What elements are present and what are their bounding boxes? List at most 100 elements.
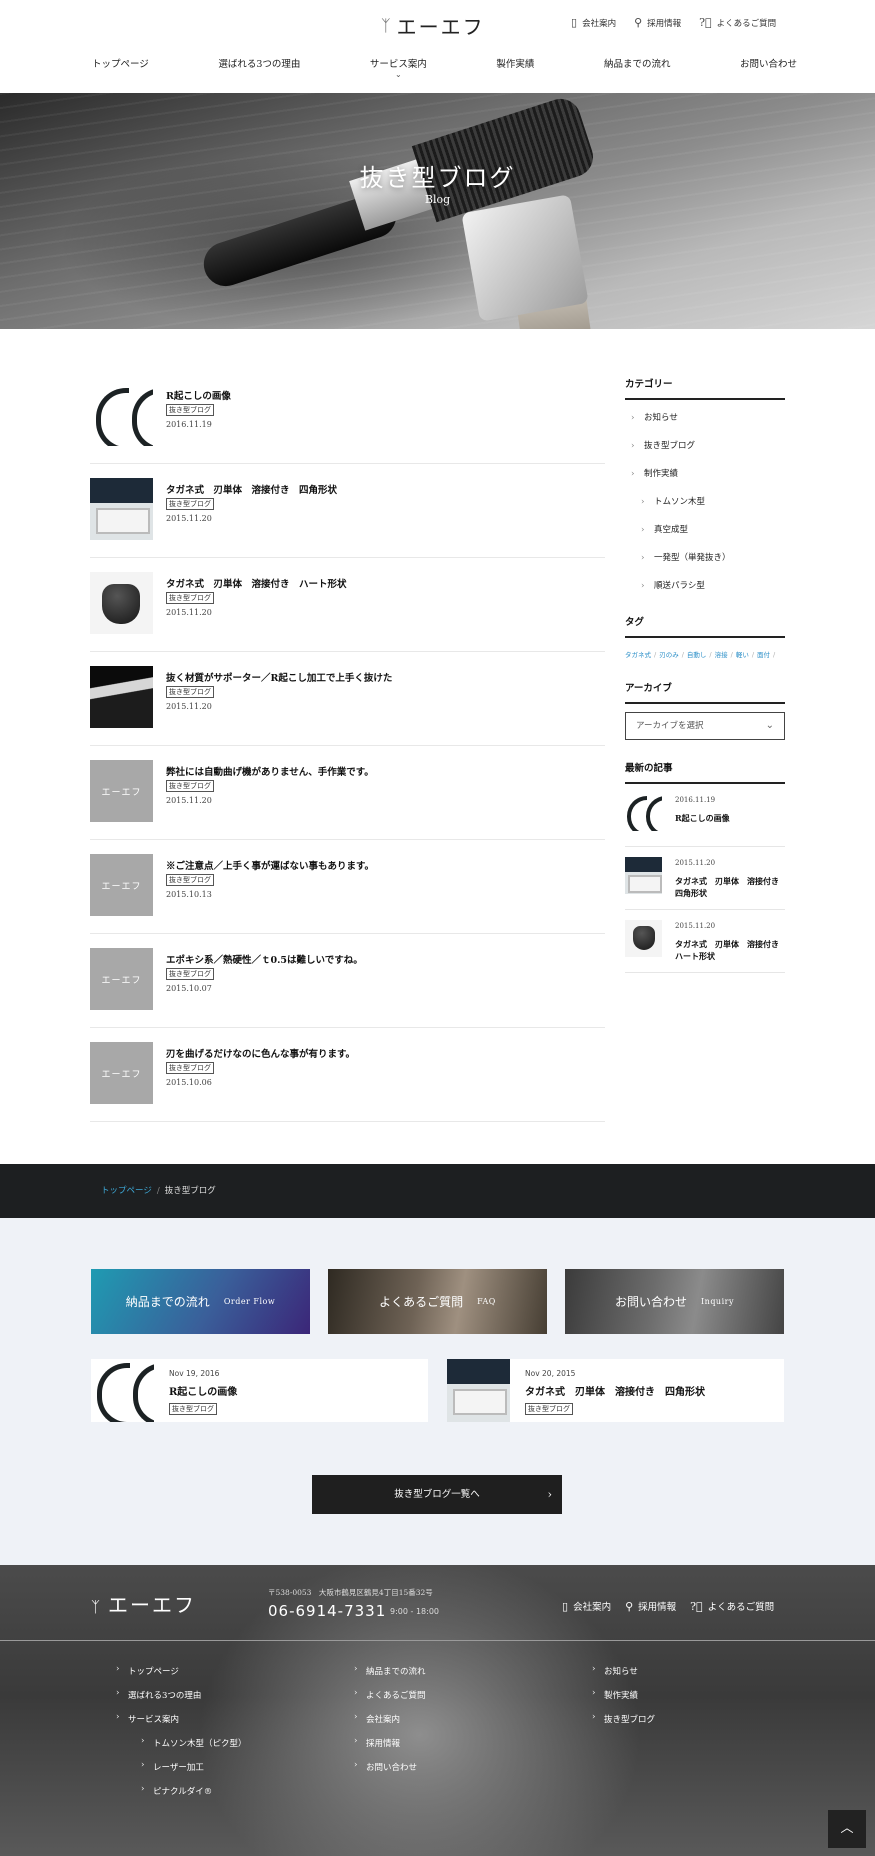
site-header: ᛉ エーエフ ▯ 会社案内 ⚲ 採用情報 ?⃝ よくあるご質問 トップページ 選ばれる… bbox=[0, 0, 875, 93]
banner-faq[interactable]: よくあるご質問 FAQ bbox=[328, 1269, 547, 1334]
sidebar-category-item[interactable]: 順送パラシ型 bbox=[625, 572, 785, 600]
card-title: R起こしの画像 bbox=[169, 1387, 238, 1398]
card-date: Nov 20, 2015 bbox=[525, 1369, 576, 1378]
tag-link[interactable]: 面付 bbox=[757, 651, 770, 659]
header-utility-links: ▯ 会社案内 ⚲ 採用情報 ?⃝ よくあるご質問 bbox=[571, 16, 776, 29]
post-thumbnail bbox=[625, 857, 662, 894]
breadcrumb: トップページ / 抜き型ブログ bbox=[101, 1184, 216, 1196]
post-item[interactable]: 抜く材質がサポーター／R起こし加工で上手く抜けた 抜き型ブログ 2015.11.20 bbox=[90, 652, 605, 746]
sidebar-category-item[interactable]: トムソン木型 bbox=[625, 488, 785, 516]
footer-nav-column-3: お知らせ製作実績抜き型ブログ bbox=[589, 1664, 655, 1737]
category-badge: 抜き型ブログ bbox=[525, 1403, 573, 1415]
placeholder-logo: エーエフ bbox=[101, 881, 142, 892]
footer-nav-link[interactable]: サービス案内 bbox=[113, 1712, 247, 1737]
post-title: タガネ式 刃単体 溶接付き 四角形状 bbox=[166, 485, 338, 496]
footer-nav-link[interactable]: 採用情報 bbox=[351, 1736, 426, 1761]
post-item[interactable]: エーエフ 刃を曲げるだけなのに色んな事が有ります。 抜き型ブログ 2015.10.06 bbox=[90, 1028, 605, 1122]
nav-item-contact[interactable]: お問い合わせ bbox=[740, 56, 797, 70]
featured-post-card[interactable]: Nov 19, 2016 R起こしの画像 抜き型ブログ bbox=[91, 1359, 428, 1422]
footer-nav-link[interactable]: 製作実績 bbox=[589, 1688, 655, 1713]
post-date: 2015.10.13 bbox=[166, 890, 212, 899]
sidebar-category-item[interactable]: 抜き型ブログ bbox=[625, 432, 785, 460]
category-badge: 抜き型ブログ bbox=[166, 874, 214, 886]
recent-post-item[interactable]: 2015.11.20 タガネ式 刃単体 溶接付き 四角形状 bbox=[625, 847, 787, 910]
footer-logo[interactable]: ᛉ エーエフ bbox=[91, 1589, 196, 1618]
placeholder-logo: エーエフ bbox=[101, 787, 142, 798]
post-item[interactable]: タガネ式 刃単体 溶接付き 四角形状 抜き型ブログ 2015.11.20 bbox=[90, 464, 605, 558]
post-item[interactable]: エーエフ エポキシ系／熱硬性／ｔ0.5は難しいですね。 抜き型ブログ 2015.10.… bbox=[90, 934, 605, 1028]
post-thumbnail bbox=[625, 794, 662, 831]
header-link-faq[interactable]: ?⃝ よくあるご質問 bbox=[699, 16, 776, 29]
tag-separator: / bbox=[681, 651, 684, 659]
post-item[interactable]: エーエフ ※ご注意点／上手く事が運ばない事もあります。 抜き型ブログ 2015.10.… bbox=[90, 840, 605, 934]
footer-nav-column-1: トップページ選ばれる3つの理由サービス案内トムソン木型（ピク型）レーザー加工ピナ… bbox=[113, 1664, 247, 1809]
tag-link[interactable]: 自動し bbox=[687, 651, 707, 659]
tag-separator: / bbox=[709, 651, 712, 659]
footer-nav-link[interactable]: 選ばれる3つの理由 bbox=[113, 1688, 247, 1713]
recent-post-item[interactable]: 2016.11.19 R起こしの画像 bbox=[625, 784, 785, 847]
blog-list-button[interactable]: 抜き型ブログ一覧へ › bbox=[312, 1475, 562, 1514]
recent-post-list: 2016.11.19 R起こしの画像 2015.11.20 タガネ式 刃単体 溶接付き… bbox=[625, 784, 787, 973]
footer-nav-link[interactable]: レーザー加工 bbox=[113, 1760, 247, 1785]
footer-phone[interactable]: 06-6914-7331 bbox=[268, 1602, 386, 1620]
post-item[interactable]: R起こしの画像 抜き型ブログ 2016.11.19 bbox=[90, 370, 605, 464]
nav-item-flow[interactable]: 納品までの流れ bbox=[604, 56, 671, 70]
post-date: 2015.11.20 bbox=[166, 608, 212, 617]
building-icon: ▯ bbox=[571, 16, 578, 29]
post-item[interactable]: エーエフ 弊社には自動曲げ機がありません、手作業です。 抜き型ブログ 2015.11.… bbox=[90, 746, 605, 840]
sidebar-tag-heading: タグ bbox=[625, 614, 785, 638]
logo-text: エーエフ bbox=[396, 14, 485, 39]
tag-link[interactable]: 溶接 bbox=[715, 651, 728, 659]
card-title: タガネ式 刃単体 溶接付き 四角形状 bbox=[525, 1387, 705, 1398]
footer-nav-link[interactable]: トップページ bbox=[113, 1664, 247, 1689]
footer-nav-link[interactable]: ピナクルダイ® bbox=[113, 1784, 247, 1809]
post-item[interactable]: タガネ式 刃単体 溶接付き ハート形状 抜き型ブログ 2015.11.20 bbox=[90, 558, 605, 652]
question-circle-icon: ?⃝ bbox=[699, 16, 712, 29]
breadcrumb-home[interactable]: トップページ bbox=[101, 1186, 152, 1196]
footer-nav-link[interactable]: よくあるご質問 bbox=[351, 1688, 426, 1713]
tag-cloud: タガネ式 / 刃のみ / 自動し / 溶接 / 軽い / 面付 / bbox=[625, 648, 785, 662]
header-link-company[interactable]: ▯ 会社案内 bbox=[571, 16, 616, 29]
footer-nav-link[interactable]: 抜き型ブログ bbox=[589, 1712, 655, 1737]
site-logo[interactable]: ᛉ エーエフ bbox=[381, 12, 499, 39]
header-link-recruit[interactable]: ⚲ 採用情報 bbox=[634, 16, 681, 29]
sidebar-category-item[interactable]: お知らせ bbox=[625, 404, 785, 432]
nav-item-top[interactable]: トップページ bbox=[92, 56, 149, 70]
nav-item-works[interactable]: 製作実績 bbox=[496, 56, 534, 70]
category-badge: 抜き型ブログ bbox=[166, 1062, 214, 1074]
post-title: エポキシ系／熱硬性／ｔ0.5は難しいですね。 bbox=[166, 955, 363, 966]
back-to-top-button[interactable]: ︿ bbox=[828, 1810, 866, 1848]
person-icon: ⚲ bbox=[625, 1600, 634, 1613]
page-title: 抜き型ブログ bbox=[359, 164, 516, 192]
category-badge: 抜き型ブログ bbox=[166, 968, 214, 980]
post-thumbnail bbox=[90, 384, 153, 446]
sidebar-archive-heading: アーカイブ bbox=[625, 680, 785, 704]
footer-nav-link[interactable]: トムソン木型（ピク型） bbox=[113, 1736, 247, 1761]
footer-nav-link[interactable]: 納品までの流れ bbox=[351, 1664, 426, 1689]
nav-item-services[interactable]: サービス案内 ⌄ bbox=[370, 56, 427, 79]
footer-link-company[interactable]: ▯ 会社案内 bbox=[562, 1599, 611, 1613]
footer-nav-link[interactable]: 会社案内 bbox=[351, 1712, 426, 1737]
recent-post-item[interactable]: 2015.11.20 タガネ式 刃単体 溶接付き ハート形状 bbox=[625, 910, 787, 973]
post-date: 2015.10.06 bbox=[166, 1078, 212, 1087]
site-footer: ᛉ エーエフ 〒538-0053 大阪市鶴見区鶴見4丁目15番32号 06-691… bbox=[0, 1565, 875, 1856]
tag-link[interactable]: タガネ式 bbox=[625, 651, 651, 659]
sidebar-category-item[interactable]: 真空成型 bbox=[625, 516, 785, 544]
footer-link-faq[interactable]: ?⃝ よくあるご質問 bbox=[690, 1599, 774, 1613]
tag-link[interactable]: 刃のみ bbox=[659, 651, 679, 659]
nav-item-reasons[interactable]: 選ばれる3つの理由 bbox=[218, 56, 300, 70]
banner-order-flow[interactable]: 納品までの流れ Order Flow bbox=[91, 1269, 310, 1334]
footer-link-recruit[interactable]: ⚲ 採用情報 bbox=[625, 1599, 676, 1613]
footer-nav-link[interactable]: お問い合わせ bbox=[351, 1760, 426, 1785]
chevron-down-icon: ⌄ bbox=[395, 70, 402, 79]
tag-link[interactable]: 軽い bbox=[736, 651, 749, 659]
footer-hours: 9:00 - 18:00 bbox=[390, 1607, 439, 1616]
banner-inquiry[interactable]: お問い合わせ Inquiry bbox=[565, 1269, 784, 1334]
archive-select[interactable]: アーカイブを選択 ⌄ bbox=[625, 712, 785, 740]
sidebar-category-item[interactable]: 制作実績 bbox=[625, 460, 785, 488]
post-thumbnail: エーエフ bbox=[90, 760, 153, 822]
post-date: 2016.11.19 bbox=[166, 420, 212, 429]
sidebar-category-item[interactable]: 一発型（単発抜き） bbox=[625, 544, 785, 572]
featured-post-card[interactable]: Nov 20, 2015 タガネ式 刃単体 溶接付き 四角形状 抜き型ブログ bbox=[447, 1359, 784, 1422]
footer-nav-link[interactable]: お知らせ bbox=[589, 1664, 655, 1689]
